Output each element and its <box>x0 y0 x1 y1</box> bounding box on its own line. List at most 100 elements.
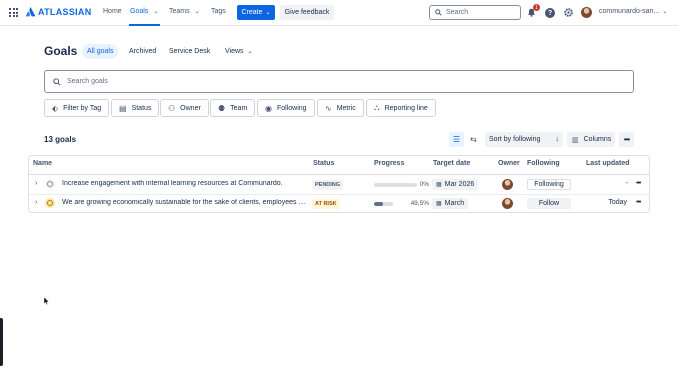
target-date-text: March <box>444 200 465 207</box>
nav-active-indicator <box>129 24 160 26</box>
goal-at-risk-icon <box>45 198 55 208</box>
goal-name-link[interactable]: We are growing economically sustainable … <box>62 199 308 206</box>
follow-button[interactable]: Follow <box>527 198 571 209</box>
filter-label: Reporting line <box>384 104 428 112</box>
goal-name-link[interactable]: Increase engagement with internal learni… <box>62 180 308 187</box>
column-header-progress[interactable]: Progress <box>374 160 404 167</box>
gear-icon[interactable] <box>563 7 574 18</box>
user-name: communardo-san... <box>599 8 660 15</box>
row-divider <box>29 194 649 195</box>
calendar-icon: ▦ <box>436 201 442 207</box>
filter-status-button[interactable]: ▤ Status <box>111 99 160 117</box>
expand-row-chevron-icon[interactable]: › <box>35 180 37 187</box>
filter-following-button[interactable]: ◉ Following <box>257 99 315 117</box>
filter-reporting-line-button[interactable]: ⛬ Reporting line <box>366 99 436 117</box>
hierarchy-icon: ⛬ <box>374 103 380 112</box>
more-options-button[interactable]: ••• <box>619 132 634 147</box>
notification-badge: 1 <box>533 4 540 11</box>
arrow-down-icon[interactable]: ↓ <box>555 134 559 143</box>
following-button[interactable]: Following <box>527 179 571 190</box>
status-lozenge: AT RISK <box>312 199 340 209</box>
nav-goals-label: Goals <box>130 8 149 15</box>
chevron-down-icon: ⌄ <box>265 10 271 16</box>
column-header-following[interactable]: Following <box>527 160 560 167</box>
search-goals-input[interactable]: Search goals <box>44 70 634 93</box>
chevron-down-icon[interactable]: ⌄ <box>195 9 200 15</box>
hierarchy-view-icon[interactable]: ⇆ <box>466 132 481 147</box>
column-header-status[interactable]: Status <box>313 160 334 167</box>
search-icon <box>53 77 61 86</box>
progress-bar <box>374 202 393 206</box>
goals-count: 13 goals <box>44 135 77 144</box>
search-icon <box>435 9 442 16</box>
team-icon: ⚉ <box>218 103 226 113</box>
filter-label: Team <box>230 104 248 112</box>
target-date-chip[interactable]: ▦ Mar 2026 <box>432 179 479 190</box>
chevron-down-icon[interactable]: ⌄ <box>153 9 158 15</box>
last-updated: Today <box>608 199 627 206</box>
nav-teams-label: Teams <box>169 8 190 15</box>
top-navigation: ATLASSIAN Home Goals ⌄ Teams ⌄ Tags Create… <box>0 0 678 26</box>
sort-button[interactable]: Sort by following ↓ <box>485 132 563 147</box>
create-button-label: Create <box>241 9 263 16</box>
row-more-options-button[interactable]: ••• <box>636 180 641 187</box>
page-title: Goals <box>44 44 78 58</box>
columns-icon: ▥ <box>572 136 579 144</box>
row-more-options-button[interactable]: ••• <box>636 199 641 206</box>
status-icon: ▤ <box>119 103 127 113</box>
account-menu[interactable]: communardo-san... ⌄ <box>599 8 667 15</box>
side-panel-handle[interactable] <box>0 318 3 366</box>
nav-tags[interactable]: Tags <box>211 8 226 15</box>
nav-goals[interactable]: Goals ⌄ <box>130 8 158 15</box>
user-avatar[interactable] <box>581 7 592 18</box>
column-header-last-updated[interactable]: Last updated <box>586 160 630 167</box>
expand-row-chevron-icon[interactable]: › <box>35 199 37 206</box>
atlassian-logo[interactable]: ATLASSIAN <box>26 7 92 17</box>
owner-avatar[interactable] <box>502 198 513 209</box>
nav-home[interactable]: Home <box>103 8 122 15</box>
column-header-target-date[interactable]: Target date <box>433 160 470 167</box>
filter-label: Owner <box>180 104 201 112</box>
progress-fill <box>374 202 384 206</box>
help-icon[interactable]: ? <box>545 8 555 18</box>
tab-all-goals[interactable]: All goals <box>82 44 119 59</box>
filter-label: Filter by Tag <box>63 104 102 112</box>
create-button[interactable]: Create ⌄ <box>237 5 275 20</box>
filter-label: Status <box>131 104 152 112</box>
column-header-name[interactable]: Name <box>33 160 52 167</box>
header-divider <box>29 174 649 175</box>
nav-teams[interactable]: Teams ⌄ <box>169 8 200 15</box>
person-icon: ⚇ <box>168 103 176 113</box>
tab-service-desk[interactable]: Service Desk <box>164 44 215 59</box>
filter-by-tag-button[interactable]: ⬖ Filter by Tag <box>44 99 110 117</box>
filter-label: Following <box>276 104 307 112</box>
eye-icon: ◉ <box>265 103 272 113</box>
target-date-chip[interactable]: ▦ March <box>432 198 469 209</box>
target-date-text: Mar 2026 <box>444 181 475 188</box>
filter-team-button[interactable]: ⚉ Team <box>210 99 256 117</box>
metric-icon: ∿ <box>325 103 332 113</box>
list-view-icon[interactable]: ☰ <box>449 132 464 147</box>
global-search-placeholder: Search <box>446 9 469 16</box>
atlassian-mark-icon <box>26 7 35 17</box>
sort-label: Sort by following <box>489 136 541 143</box>
calendar-icon: ▦ <box>436 182 442 188</box>
progress-percent: 49,5% <box>410 200 429 207</box>
brand-name: ATLASSIAN <box>38 7 92 17</box>
last-updated: - <box>625 180 628 187</box>
owner-avatar[interactable] <box>502 179 513 190</box>
filter-metric-button[interactable]: ∿ Metric <box>317 99 364 117</box>
filter-owner-button[interactable]: ⚇ Owner <box>160 99 209 117</box>
status-lozenge: PENDING <box>312 180 344 190</box>
give-feedback-button[interactable]: Give feedback <box>280 5 334 20</box>
tab-archived[interactable]: Archived <box>124 44 161 59</box>
mouse-cursor-icon <box>44 297 49 305</box>
columns-button[interactable]: ▥ Columns <box>567 132 615 147</box>
global-search-input[interactable]: Search <box>429 5 521 20</box>
tag-icon: ⬖ <box>52 103 59 113</box>
column-header-owner[interactable]: Owner <box>498 160 520 167</box>
tab-views[interactable]: Views ⌄ <box>220 44 258 59</box>
chevron-down-icon: ⌄ <box>662 9 668 15</box>
app-switcher-icon[interactable] <box>9 8 18 17</box>
columns-label: Columns <box>583 136 612 143</box>
